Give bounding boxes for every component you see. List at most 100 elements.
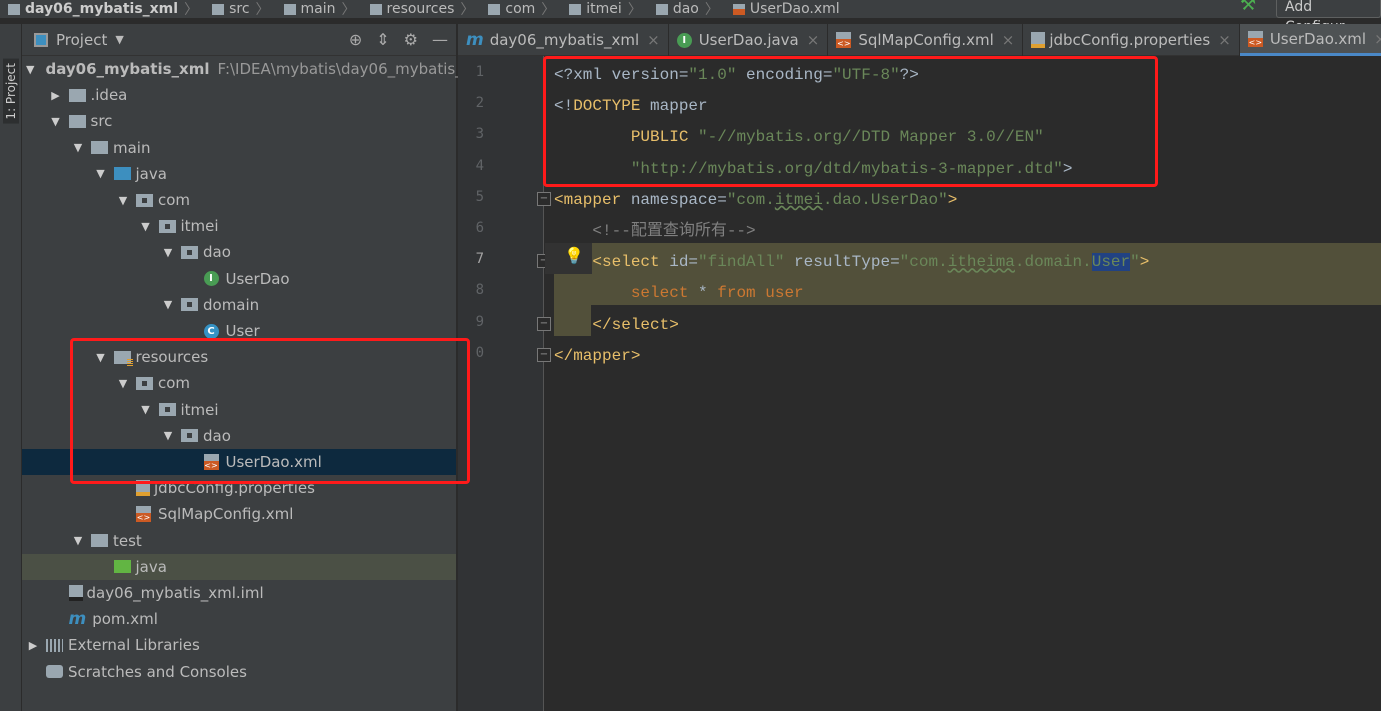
locate-icon[interactable]: ⊕ [349,30,362,49]
breadcrumb-item[interactable]: com 〉 [480,0,555,18]
line-number: 2 [475,95,484,112]
code-token: "com. [899,253,948,272]
breadcrumb-label: main [300,1,336,17]
close-icon[interactable]: × [1218,31,1231,49]
tree-item-label: java [135,557,167,576]
code-line: </mapper> [554,341,640,372]
expanded-arrow-icon[interactable]: ▼ [161,298,175,311]
code-token: </select> [554,315,679,334]
tree-item[interactable]: ▼ day06_mybatis_xml F:\IDEA\mybatis\day06_… [22,56,463,82]
fold-end-icon[interactable]: − [537,316,551,331]
tree-item-label: UserDao [225,269,290,288]
tree-item-label: domain [203,295,260,314]
tree-item[interactable]: m pom.xml [22,606,456,632]
collapsed-arrow-icon[interactable]: ▶ [26,639,40,652]
code-token: " [1130,253,1140,272]
expanded-arrow-icon[interactable]: ▼ [94,167,108,180]
expanded-arrow-icon[interactable]: ▼ [139,220,153,233]
tree-item[interactable]: ▼ src [22,108,456,134]
code-token: id= [669,253,699,272]
tree-item[interactable]: I UserDao [22,266,456,292]
chevron-right-icon: 〉 [704,2,719,18]
tree-item[interactable]: ▶ External Libraries [22,632,456,658]
code-token: > [1139,253,1150,272]
breadcrumb-item[interactable]: src 〉 [204,0,270,18]
code-token: from user [717,284,804,303]
close-icon[interactable]: × [647,31,660,49]
tab-userdao-xml[interactable]: <> UserDao.xml × [1239,24,1381,56]
tree-item-label: java [135,164,167,183]
add-configuration-button[interactable]: Add Configur [1276,0,1381,35]
tree-item-label: itmei [180,217,219,236]
tab-label: jdbcConfig.properties [1049,31,1211,49]
chevron-right-icon: 〉 [255,2,270,18]
expanded-arrow-icon[interactable]: ▼ [26,63,34,76]
folder-icon [8,3,20,15]
breadcrumb-item[interactable]: day06_mybatis_xml 〉 [0,0,198,18]
package-icon [158,219,176,233]
xml-file-icon [732,3,745,15]
tab-sqlmapconfig-xml[interactable]: <> SqlMapConfig.xml × [828,24,1024,56]
collapsed-arrow-icon[interactable]: ▶ [49,89,63,102]
folder-icon [655,3,668,15]
breadcrumb-label: dao [672,1,699,17]
fold-marker-icon[interactable]: − [537,192,551,206]
chevron-down-icon[interactable]: ▼ [115,33,123,46]
breadcrumb-label: day06_mybatis_xml [25,1,179,17]
gear-icon[interactable]: ⚙ [404,30,418,49]
code-line: <mapper namespace="com.itmei.dao.UserDao… [554,185,957,216]
code-line: select * from user [554,278,804,309]
tree-item[interactable]: day06_mybatis_xml.iml [22,580,456,606]
code-token: .dao.UserDao" [822,190,948,209]
tree-item-label: test [113,531,142,550]
build-hammer-icon[interactable]: ⚒ [1240,0,1256,15]
tree-item[interactable]: ▼ main [22,135,456,161]
tree-item[interactable]: ▼ itmei [22,213,456,239]
expanded-arrow-icon[interactable]: ▼ [49,115,63,128]
code-token: itheima [947,253,1015,272]
tree-item[interactable]: <> SqlMapConfig.xml [22,501,456,527]
code-token: > [947,190,958,209]
close-icon[interactable]: × [1374,30,1381,48]
hide-icon[interactable]: — [432,30,448,49]
fold-end-icon[interactable]: − [537,348,551,362]
collapse-all-icon[interactable]: ⇕ [376,30,389,49]
line-number: 1 [475,64,484,80]
expanded-arrow-icon[interactable]: ▼ [71,534,85,547]
code-token: "com. [726,190,775,209]
breadcrumb-item[interactable]: dao 〉 [648,0,719,18]
project-tool-button[interactable]: 1: Project [3,59,19,124]
tree-item-label: External Libraries [68,636,200,655]
libraries-icon [46,638,63,652]
expanded-arrow-icon[interactable]: ▼ [116,194,130,207]
tree-item[interactable]: ▼ dao [22,239,456,265]
tree-item[interactable]: ▼ java [22,161,456,187]
breadcrumb-item[interactable]: resources 〉 [362,0,475,18]
expanded-arrow-icon[interactable]: ▼ [71,141,85,154]
tree-item-label: main [113,138,151,157]
close-icon[interactable]: × [1002,31,1015,49]
project-view-selector[interactable]: Project [56,31,107,49]
close-icon[interactable]: × [807,31,820,49]
chevron-right-icon: 〉 [460,2,475,18]
tab-userdao-java[interactable]: I UserDao.java × [669,24,829,56]
breadcrumb-item[interactable]: UserDao.xml [725,1,840,17]
tab-day06-mybatis-xml[interactable]: m day06_mybatis_xml × [458,24,669,56]
line-number: 8 [475,282,484,299]
tree-item[interactable]: ▼ test [22,528,456,554]
tab-label: SqlMapConfig.xml [858,31,994,49]
expanded-arrow-icon[interactable]: ▼ [161,246,175,259]
breadcrumb-item[interactable]: itmei 〉 [561,0,642,18]
tree-item-label: src [90,112,113,131]
tree-item-label: com [158,191,191,209]
breadcrumb-item[interactable]: main 〉 [276,0,356,18]
tab-jdbcconfig-properties[interactable]: jdbcConfig.properties × [1023,24,1240,56]
project-icon [34,32,48,47]
tree-item[interactable]: ▼ com [22,187,456,213]
tree-item[interactable]: ▶ .idea [22,82,456,108]
folder-icon [91,141,108,155]
tree-item[interactable]: ▼ domain [22,292,456,318]
line-number: 5 [475,188,484,205]
tree-item[interactable]: java [22,553,456,580]
tree-item[interactable]: Scratches and Consoles [22,659,456,685]
